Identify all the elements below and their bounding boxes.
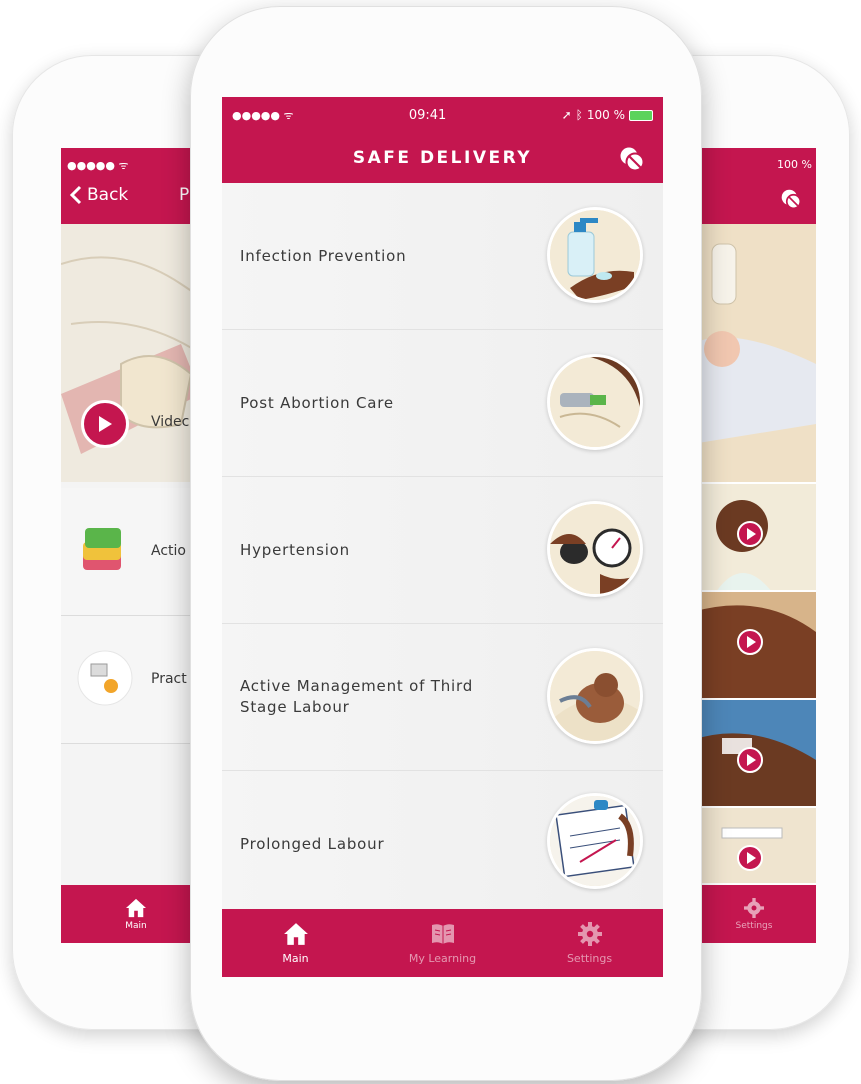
health-worker-illustration [692, 484, 816, 590]
screen-center: ●●●●● ᯤ 09:41 ➚ ᛒ 100 % SAFE DELIVERY In… [222, 97, 663, 977]
module-list: Infection Prevention Post Abortion Care [222, 183, 663, 918]
left-tab-label: Main [125, 920, 147, 931]
tab-label: Main [282, 951, 309, 965]
left-tab-main[interactable]: Main [61, 885, 211, 943]
pill-icon [781, 189, 802, 210]
newborn-illustration [547, 648, 643, 744]
right-tab-settings[interactable]: Settings [692, 885, 816, 943]
back-label: Back [87, 185, 129, 205]
right-status-battery: 100 % [777, 158, 812, 171]
left-navbar: ●●●●● ᯤ Back P [61, 148, 211, 224]
gear-icon [744, 897, 764, 918]
blood-pressure-cuff-illustration [547, 501, 643, 597]
right-illustration-3[interactable] [692, 700, 816, 808]
tab-settings[interactable]: Settings [516, 909, 663, 977]
module-label: Infection Prevention [240, 247, 407, 265]
tab-label: My Learning [408, 951, 477, 965]
hospital-bed-illustration [692, 224, 816, 482]
module-label: Post Abortion Care [240, 394, 394, 412]
home-icon [126, 898, 146, 917]
app-title: SAFE DELIVERY [352, 148, 533, 168]
right-tab-label: Settings [735, 920, 773, 931]
drill-icon [77, 650, 133, 706]
list-item[interactable]: Actio [61, 488, 211, 616]
left-row-label-2: Pract [151, 671, 187, 687]
status-signal: ●●●●● ᯤ [232, 108, 294, 122]
play-icon [99, 416, 112, 432]
right-illustration-2[interactable] [692, 592, 816, 700]
module-row-post-abortion-care[interactable]: Post Abortion Care [222, 330, 663, 477]
video-preview[interactable]: Videc [61, 224, 211, 482]
location-icon: ➚ [561, 108, 572, 122]
module-label: Prolonged Labour [240, 835, 385, 853]
list-item[interactable]: Pract [61, 616, 211, 744]
cards-icon [83, 528, 121, 570]
right-illustration-0[interactable] [692, 224, 816, 484]
left-row-label-1: Actio [151, 543, 186, 559]
abdomen-illustration [692, 592, 816, 698]
module-row-infection-prevention[interactable]: Infection Prevention [222, 183, 663, 330]
left-title-fragment: P [179, 185, 190, 205]
status-battery: 100 % [586, 108, 625, 122]
app-header: SAFE DELIVERY [222, 133, 663, 183]
status-time: 09:41 [408, 107, 447, 123]
screen-left: ●●●●● ᯤ Back P Videc Actio Pract Main [61, 148, 211, 943]
tab-label: Settings [566, 951, 613, 965]
hand-sanitizer-illustration [547, 207, 643, 303]
tab-main[interactable]: Main [222, 909, 369, 977]
battery-icon [628, 109, 653, 121]
iv-illustration [692, 700, 816, 806]
pill-icon[interactable] [619, 146, 645, 172]
screen-right: 100 % Settings [692, 148, 816, 943]
status-battery-group: ➚ ᛒ 100 % [562, 108, 653, 122]
module-label: Hypertension [240, 541, 350, 559]
tab-bar: Main My Learning Settings [222, 909, 663, 977]
syringe-illustration [692, 808, 816, 883]
video-illustration [61, 224, 211, 482]
tab-my-learning[interactable]: My Learning [369, 909, 516, 977]
procedure-illustration [547, 354, 643, 450]
chevron-left-icon [69, 185, 82, 205]
left-status-signal: ●●●●● ᯤ [67, 159, 129, 172]
back-button[interactable]: Back [69, 185, 128, 205]
module-row-active-management[interactable]: Active Management of Third Stage Labour [222, 624, 663, 771]
gear-icon [577, 921, 602, 946]
bluetooth-icon: ᛒ [575, 108, 583, 122]
right-illustration-4[interactable] [692, 808, 816, 885]
left-row-label-0: Videc [151, 414, 190, 430]
status-bar: ●●●●● ᯤ 09:41 ➚ ᛒ 100 % [222, 97, 663, 133]
home-icon [283, 922, 308, 945]
right-illustration-1[interactable] [692, 484, 816, 592]
partograph-illustration [547, 793, 643, 889]
module-label: Active Management of Third Stage Labour [240, 677, 474, 716]
right-navbar: 100 % [692, 148, 816, 224]
module-row-prolonged-labour[interactable]: Prolonged Labour [222, 771, 663, 918]
module-row-hypertension[interactable]: Hypertension [222, 477, 663, 624]
play-button[interactable] [81, 400, 129, 448]
book-icon [431, 923, 454, 944]
